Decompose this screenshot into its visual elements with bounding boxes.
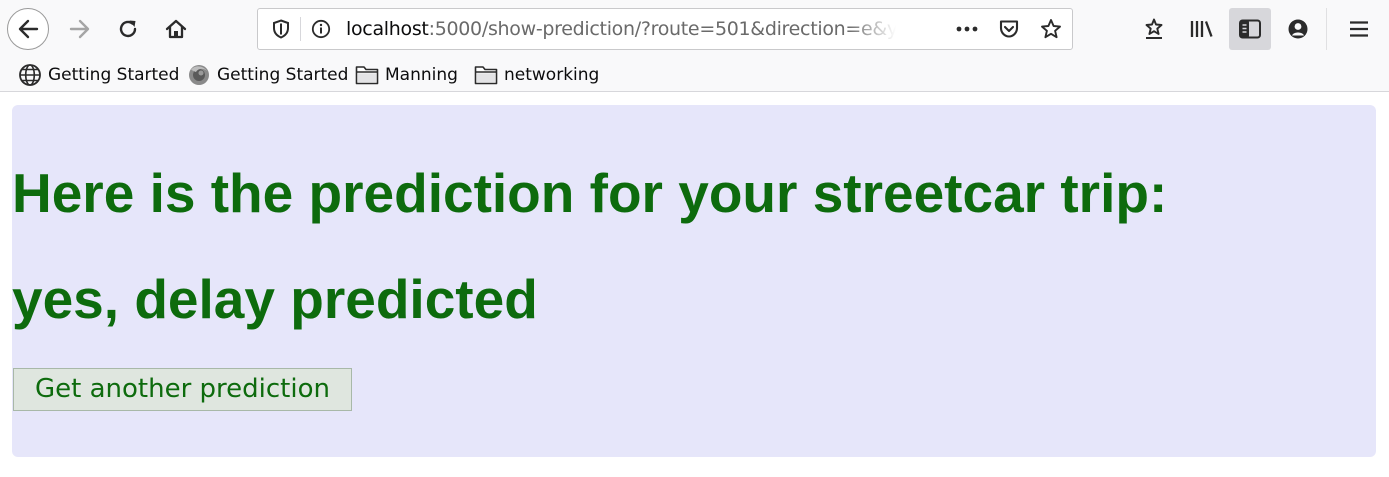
pocket-icon bbox=[999, 20, 1019, 38]
get-another-prediction-button[interactable]: Get another prediction bbox=[13, 368, 352, 411]
page-actions-button[interactable] bbox=[954, 9, 980, 49]
folder-icon bbox=[474, 64, 498, 86]
bookmark-label: Manning bbox=[385, 64, 458, 85]
url-text[interactable]: localhost:5000/show-prediction/?route=50… bbox=[346, 9, 902, 49]
navigation-toolbar: localhost:5000/show-prediction/?route=50… bbox=[0, 0, 1389, 58]
page-content: Here is the prediction for your streetca… bbox=[0, 92, 1389, 477]
url-divider bbox=[300, 17, 301, 41]
bookmarks-toolbar: Getting Started Getting Started Manning … bbox=[0, 58, 1389, 92]
prediction-result: yes, delay predicted bbox=[12, 268, 538, 330]
bookmarks-menu-button[interactable] bbox=[1133, 8, 1175, 50]
arrow-right-icon bbox=[69, 19, 90, 39]
browser-window: localhost:5000/show-prediction/?route=50… bbox=[0, 0, 1389, 477]
bookmark-folder-manning[interactable]: Manning bbox=[355, 58, 458, 91]
bookmark-getting-started-1[interactable]: Getting Started bbox=[18, 58, 179, 91]
arrow-left-icon bbox=[18, 19, 39, 39]
account-button[interactable] bbox=[1277, 8, 1319, 50]
reload-icon bbox=[119, 20, 137, 38]
firefox-icon bbox=[187, 63, 211, 87]
home-button[interactable] bbox=[155, 8, 197, 50]
site-info-icon[interactable] bbox=[308, 9, 334, 49]
star-icon bbox=[1041, 19, 1061, 39]
reload-button[interactable] bbox=[107, 8, 149, 50]
star-list-icon bbox=[1145, 18, 1163, 39]
url-fade bbox=[848, 11, 908, 47]
sidebar-toggle-button[interactable] bbox=[1229, 8, 1271, 50]
url-host: localhost bbox=[346, 18, 429, 40]
more-horizontal-icon bbox=[956, 26, 978, 32]
toolbar-divider bbox=[1326, 8, 1327, 50]
app-menu-button[interactable] bbox=[1338, 8, 1380, 50]
bookmark-label: Getting Started bbox=[48, 64, 180, 85]
library-button[interactable] bbox=[1181, 8, 1223, 50]
prediction-panel: Here is the prediction for your streetca… bbox=[12, 105, 1376, 457]
globe-icon bbox=[18, 63, 42, 87]
forward-button[interactable] bbox=[59, 8, 101, 50]
bookmark-label: networking bbox=[504, 64, 600, 85]
bookmark-getting-started-2[interactable]: Getting Started bbox=[187, 58, 348, 91]
page-title: Here is the prediction for your streetca… bbox=[12, 162, 1168, 224]
tracking-protection-shield-icon[interactable] bbox=[268, 9, 294, 49]
bookmark-star-button[interactable] bbox=[1038, 9, 1064, 49]
sidebar-icon bbox=[1239, 19, 1261, 39]
home-icon bbox=[165, 19, 187, 39]
address-bar[interactable]: localhost:5000/show-prediction/?route=50… bbox=[257, 8, 1073, 50]
hamburger-menu-icon bbox=[1350, 21, 1368, 37]
account-icon bbox=[1288, 19, 1308, 39]
folder-icon bbox=[355, 64, 379, 86]
url-path: :5000/show-prediction/?route=501&directi… bbox=[428, 18, 902, 40]
back-button[interactable] bbox=[7, 8, 49, 50]
library-icon bbox=[1190, 21, 1213, 37]
bookmark-folder-networking[interactable]: networking bbox=[474, 58, 599, 91]
pocket-button[interactable] bbox=[996, 9, 1022, 49]
bookmark-label: Getting Started bbox=[217, 64, 349, 85]
